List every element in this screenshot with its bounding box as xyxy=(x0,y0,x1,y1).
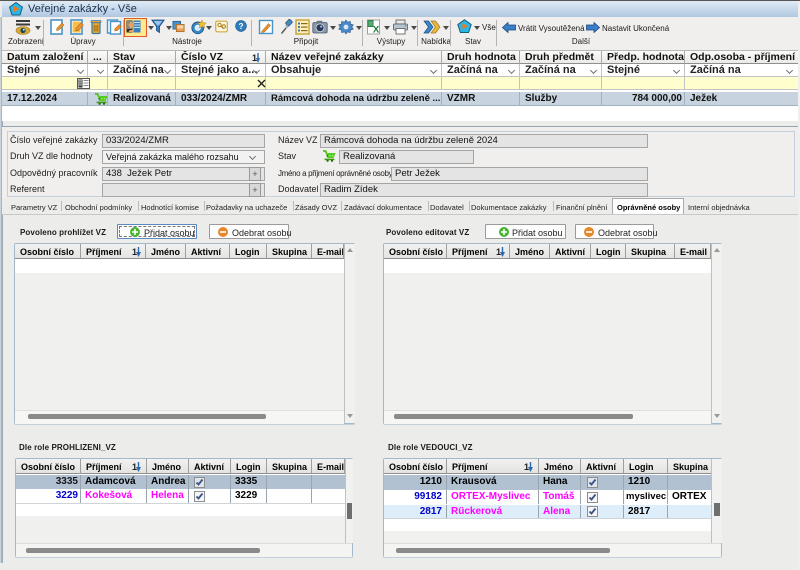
svg-text:?: ? xyxy=(238,22,243,31)
svg-text:X: X xyxy=(373,25,380,36)
